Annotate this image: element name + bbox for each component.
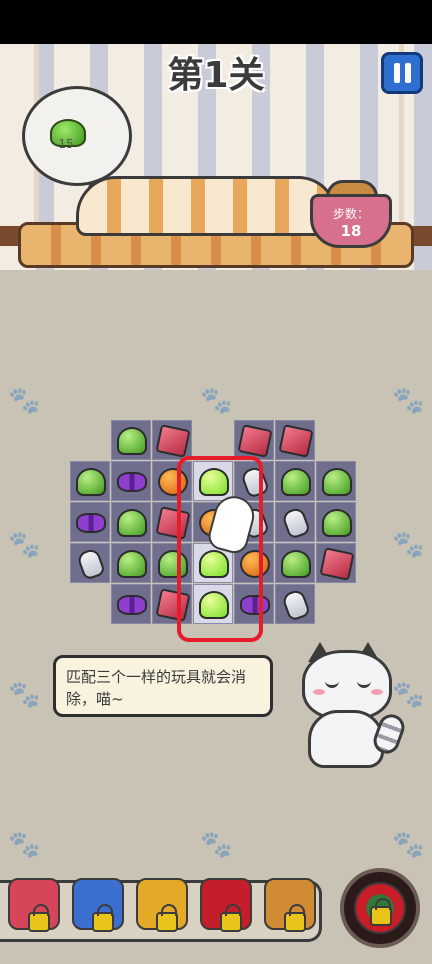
board-cell[interactable]	[70, 461, 110, 501]
bottle-piece-icon	[280, 588, 312, 622]
jelly-piece-icon	[322, 509, 352, 537]
cat-eye	[325, 679, 339, 688]
paw-print-icon: 🐾	[200, 830, 233, 860]
paw-print-icon: 🐾	[8, 680, 41, 710]
lock-icon	[92, 904, 114, 932]
cat-blush	[371, 689, 383, 695]
paw-print-icon: 🐾	[392, 830, 425, 860]
board-cell[interactable]	[275, 461, 315, 501]
bottle-piece-icon	[280, 506, 312, 540]
board-cell[interactable]	[111, 461, 151, 501]
bow-piece-icon	[117, 595, 147, 615]
board-cell[interactable]	[111, 543, 151, 583]
board-cell[interactable]	[316, 502, 356, 542]
white-cat-mascot	[296, 642, 414, 768]
moves-value: 18	[340, 222, 362, 240]
lock-icon	[370, 898, 392, 926]
moves-bowl: 步数： 18	[310, 194, 392, 248]
bomb-ball-booster[interactable]	[200, 878, 252, 932]
sleeping-cat	[76, 176, 338, 236]
lock-icon	[28, 904, 50, 932]
lock-icon	[156, 904, 178, 932]
boxing-glove-booster[interactable]	[8, 878, 60, 932]
paw-print-icon: 🐾	[200, 386, 233, 416]
hint-bubble: 匹配三个一样的玩具就会消除，喵~	[53, 655, 273, 717]
cube-piece-icon	[155, 424, 191, 458]
jelly-piece-icon	[281, 468, 311, 496]
lock-icon	[284, 904, 306, 932]
board-cell[interactable]	[111, 420, 151, 460]
cat-eye	[357, 679, 371, 688]
board-cell[interactable]	[152, 420, 192, 460]
pause-icon-bar	[404, 63, 411, 83]
board-cell[interactable]	[275, 584, 315, 624]
board-cell[interactable]	[316, 543, 356, 583]
board-cell[interactable]	[316, 461, 356, 501]
jelly-piece-icon	[76, 468, 106, 496]
paw-print-icon: 🐾	[392, 386, 425, 416]
bow-piece-icon	[117, 472, 147, 492]
cube-piece-icon	[278, 424, 314, 458]
cat-blush	[313, 689, 325, 695]
bow-piece-icon	[76, 513, 106, 533]
board-cell[interactable]	[70, 543, 110, 583]
status-bar	[0, 0, 432, 44]
paw-print-icon: 🐾	[8, 386, 41, 416]
board-cell[interactable]	[275, 543, 315, 583]
moves-label: 步数：	[332, 207, 369, 221]
toy-truck-booster[interactable]	[72, 878, 124, 932]
cube-piece-icon	[319, 547, 355, 581]
paw-print-icon: 🐾	[8, 830, 41, 860]
jelly-piece-icon	[281, 550, 311, 578]
board-cell[interactable]	[275, 502, 315, 542]
paint-bucket-booster[interactable]	[136, 878, 188, 932]
yarn-ball-booster[interactable]	[340, 868, 420, 948]
cube-piece-icon	[237, 424, 273, 458]
board-cell[interactable]	[275, 420, 315, 460]
jelly-piece-icon	[117, 509, 147, 537]
jelly-piece-icon	[117, 550, 147, 578]
board-cell[interactable]	[234, 420, 274, 460]
bottle-piece-icon	[75, 547, 107, 581]
jelly-piece-icon	[322, 468, 352, 496]
board-cell[interactable]	[70, 502, 110, 542]
pause-button[interactable]	[381, 52, 423, 94]
board-cell[interactable]	[111, 584, 151, 624]
lock-icon	[220, 904, 242, 932]
paw-print-icon: 🐾	[8, 530, 41, 560]
goal-count: 15	[58, 137, 74, 151]
paw-print-icon: 🐾	[392, 530, 425, 560]
jelly-piece-icon	[117, 427, 147, 455]
cookie-booster[interactable]	[264, 878, 316, 932]
pause-icon	[393, 63, 400, 83]
board-cell[interactable]	[111, 502, 151, 542]
